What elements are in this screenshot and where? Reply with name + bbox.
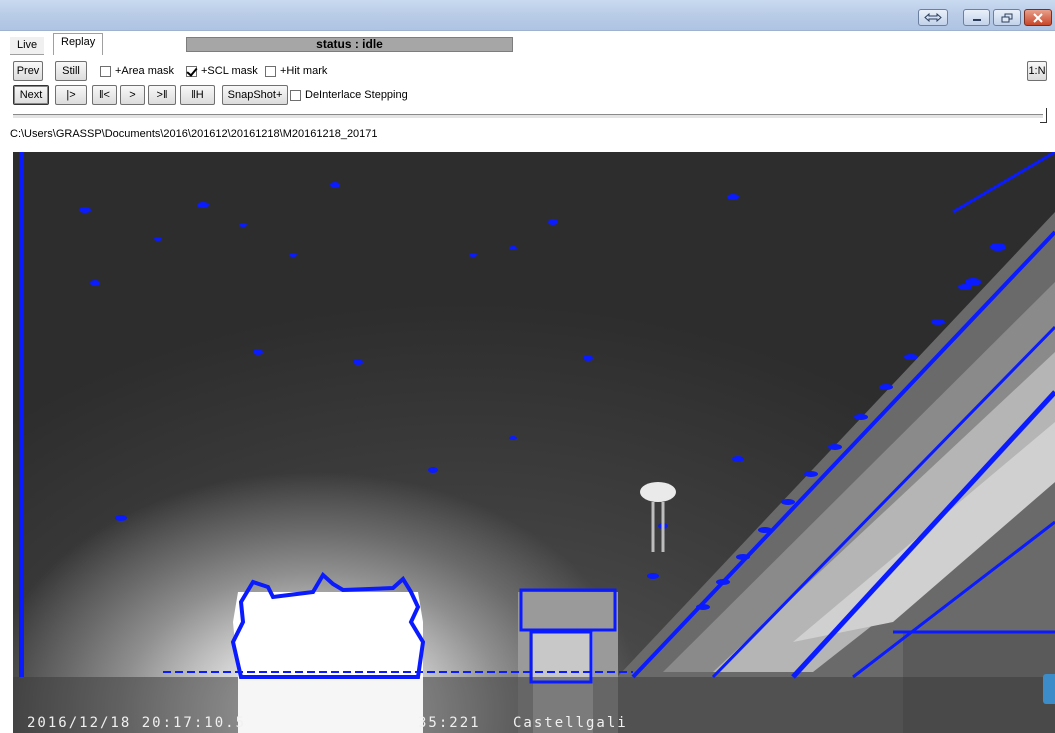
- deinterlace-box[interactable]: [290, 89, 301, 101]
- minimize-icon[interactable]: [963, 9, 990, 26]
- scl-mask-label: +SCL mask: [201, 65, 258, 77]
- replay-slider[interactable]: [13, 114, 1043, 119]
- next-button[interactable]: Next: [13, 85, 49, 105]
- ratio-button[interactable]: 1:N: [1027, 61, 1047, 81]
- video-frame[interactable]: 2016/12/18 20:17:10.5 35:221 Castellgali: [13, 152, 1055, 733]
- osd-coords: 35:221: [418, 715, 481, 731]
- osd-timestamp: 2016/12/18 20:17:10.5: [27, 715, 247, 731]
- tab-replay[interactable]: Replay: [53, 33, 104, 55]
- step-back-button[interactable]: ‖<: [92, 85, 117, 105]
- hit-mark-box[interactable]: [265, 65, 276, 77]
- scl-mask-box[interactable]: [186, 65, 197, 77]
- deinterlace-label: DeInterlace Stepping: [305, 89, 408, 101]
- scl-mask-checkbox[interactable]: +SCL mask: [186, 65, 258, 77]
- end-button[interactable]: >‖: [148, 85, 176, 105]
- still-button[interactable]: Still: [55, 61, 87, 81]
- title-bar: [0, 0, 1055, 31]
- osd-location: Castellgali: [513, 715, 628, 731]
- deinterlace-checkbox[interactable]: DeInterlace Stepping: [290, 89, 408, 101]
- snapshot-button[interactable]: SnapShot+: [222, 85, 288, 105]
- tab-strip: Live Replay: [0, 31, 1055, 55]
- video-osd: 2016/12/18 20:17:10.5 35:221 Castellgali: [13, 711, 1055, 733]
- file-path: C:\Users\GRASSP\Documents\2016\201612\20…: [10, 128, 378, 140]
- play-button[interactable]: |>: [55, 85, 87, 105]
- area-mask-checkbox[interactable]: +Area mask: [100, 65, 174, 77]
- app-window: Live Replay status : idle Prev Still +Ar…: [0, 0, 1055, 733]
- video-scene: [13, 152, 1055, 733]
- area-mask-box[interactable]: [100, 65, 111, 77]
- prev-button[interactable]: Prev: [13, 61, 43, 81]
- step-forward-button[interactable]: >: [120, 85, 145, 105]
- tab-live[interactable]: Live: [10, 37, 45, 55]
- hit-mark-label: +Hit mark: [280, 65, 328, 77]
- close-icon[interactable]: [1024, 9, 1052, 26]
- maximize-icon[interactable]: [993, 9, 1021, 26]
- replay-slider-thumb[interactable]: [1040, 108, 1047, 123]
- side-panel-tab[interactable]: [1043, 674, 1055, 704]
- status-indicator: status : idle: [186, 37, 513, 52]
- area-mask-label: +Area mask: [115, 65, 174, 77]
- hold-button[interactable]: ‖H: [180, 85, 215, 105]
- restore-arrows-icon[interactable]: [918, 9, 948, 26]
- hit-mark-checkbox[interactable]: +Hit mark: [265, 65, 327, 77]
